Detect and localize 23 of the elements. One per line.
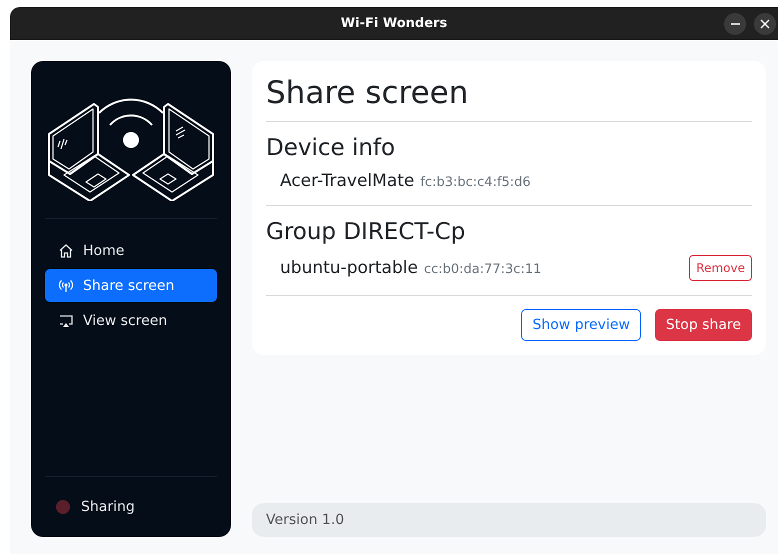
close-icon: [760, 19, 770, 29]
minimize-icon: [730, 23, 740, 25]
broadcast-icon: [58, 278, 74, 294]
preview-button[interactable]: Show preview: [521, 309, 641, 341]
close-button[interactable]: [754, 13, 776, 35]
nav-item[interactable]: Home: [45, 234, 217, 267]
stop-share-button[interactable]: Stop share: [654, 309, 752, 341]
window-title: Wi-Fi Wonders: [340, 16, 448, 31]
display-icon: [58, 312, 74, 328]
home-icon: [58, 242, 74, 258]
section-title: Device info: [266, 135, 396, 161]
device-name: ubuntu-portable: [280, 258, 418, 278]
page-title: Share screen: [266, 75, 470, 111]
nav-item[interactable]: Share screen: [45, 269, 217, 302]
mac-address: fc:b3:bc:c4:f5:d6: [420, 175, 531, 190]
minimize-button[interactable]: [724, 13, 746, 35]
mac-address: cc:b0:da:77:3c:11: [424, 262, 542, 277]
device-name: Acer-TravelMate: [280, 171, 414, 191]
section-title: Group DIRECT-Cp: [266, 219, 466, 245]
remove-button[interactable]: Remove: [689, 255, 752, 281]
version-bar: Version 1.0: [252, 503, 766, 537]
nav-item[interactable]: View screen: [45, 304, 217, 337]
status-label: Sharing: [81, 499, 135, 515]
